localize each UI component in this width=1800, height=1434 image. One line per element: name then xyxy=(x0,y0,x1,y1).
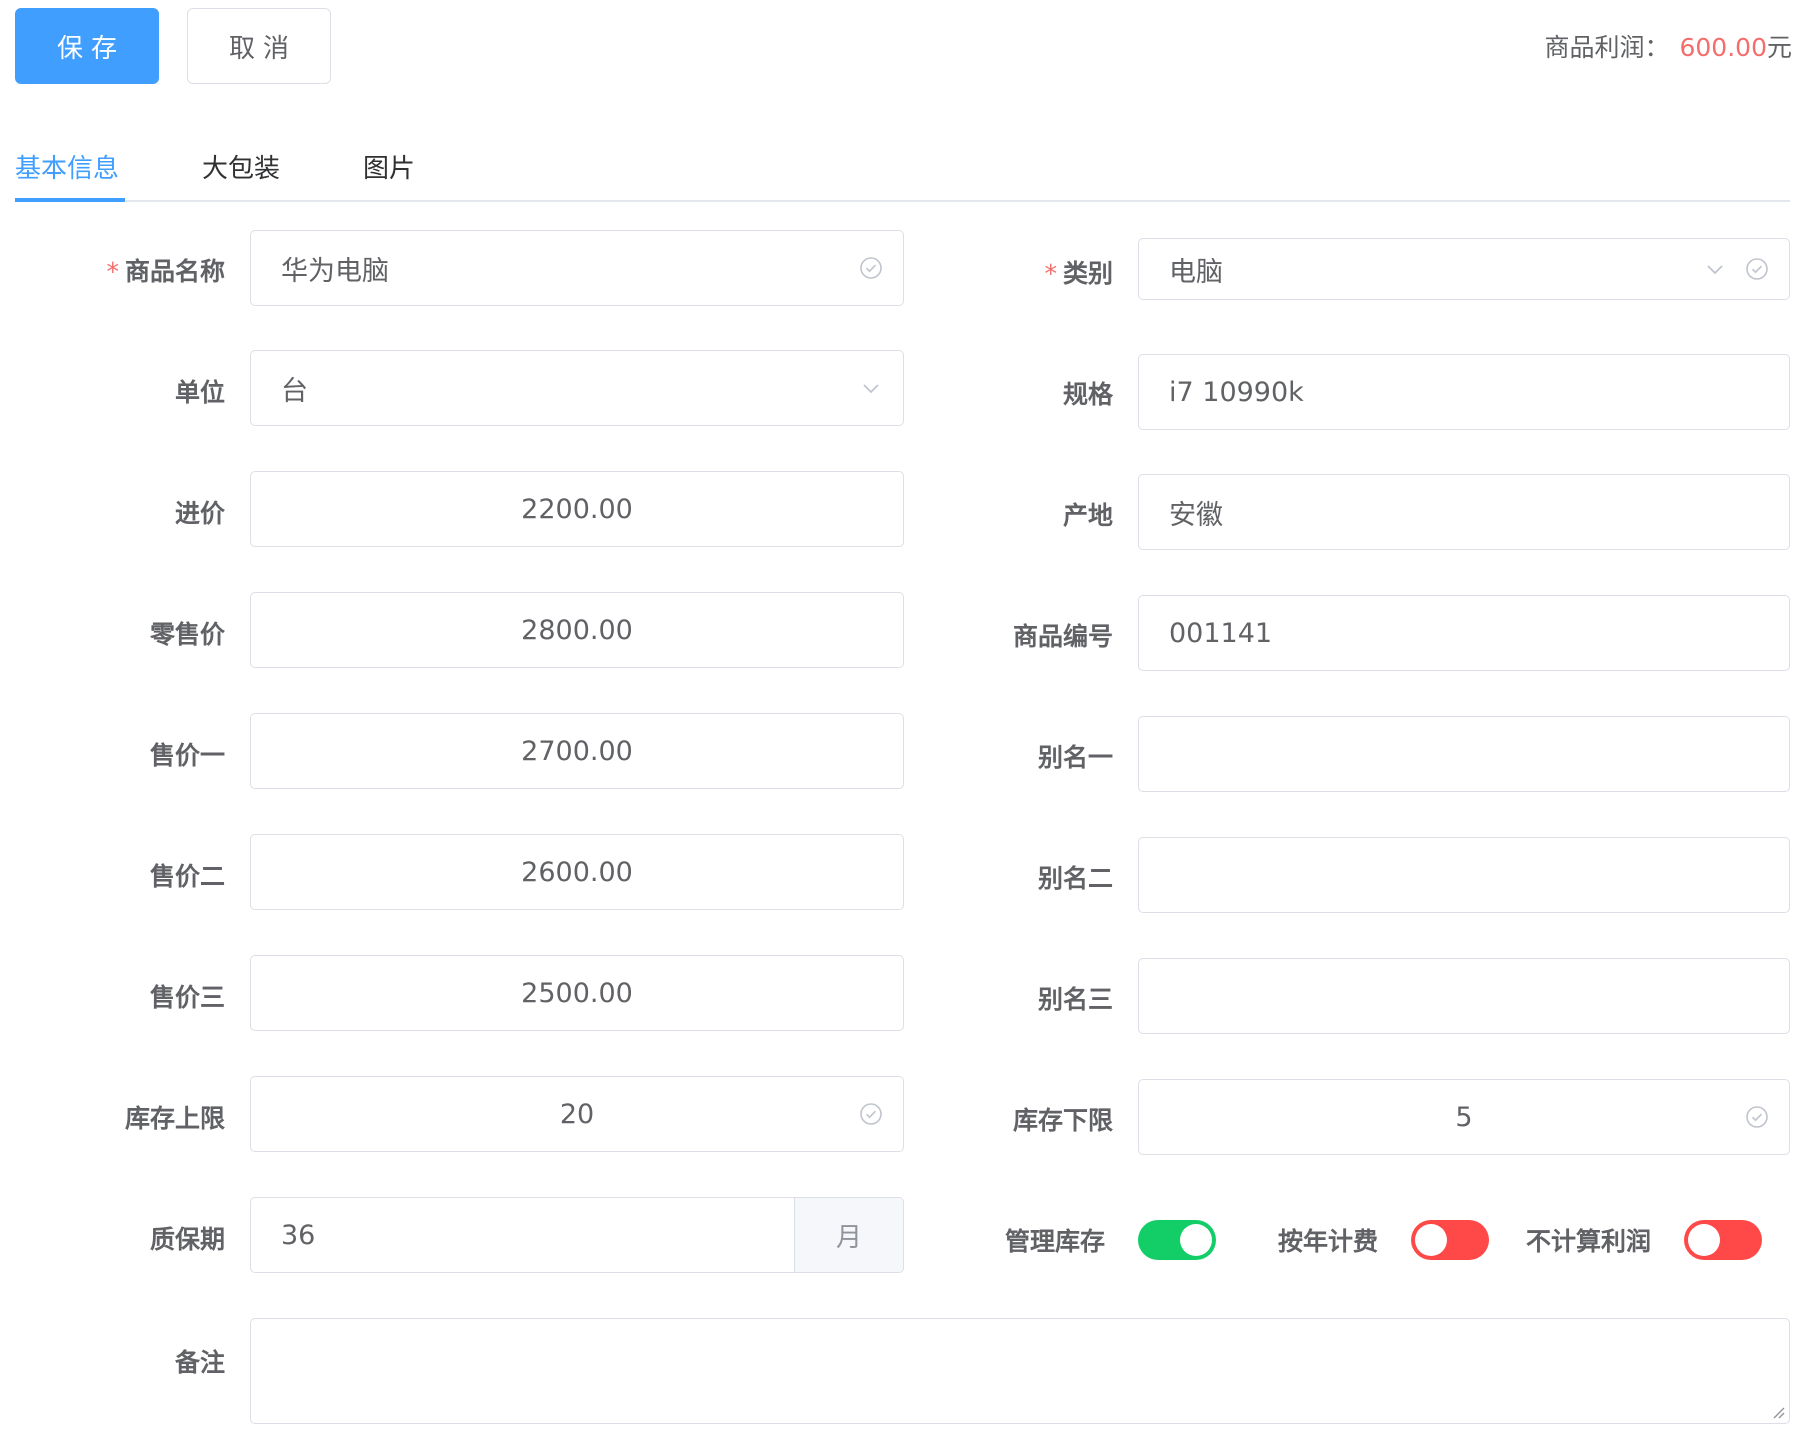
price3-label: 售价三 xyxy=(149,983,225,1012)
warranty-unit: 月 xyxy=(794,1198,903,1272)
tab-bar: 基本信息 大包装 图片 xyxy=(15,130,1790,202)
spec-input[interactable]: i7 10990k xyxy=(1138,354,1790,430)
price1-value: 2700.00 xyxy=(521,735,633,767)
profit-label: 商品利润： xyxy=(1544,33,1670,62)
price2-input[interactable]: 2600.00 xyxy=(250,834,904,910)
price1-input[interactable]: 2700.00 xyxy=(250,713,904,789)
resize-handle-icon[interactable] xyxy=(1769,1403,1785,1419)
stock-max-input[interactable]: 20 xyxy=(250,1076,904,1152)
unit-select[interactable]: 台 xyxy=(250,350,904,426)
spec-value: i7 10990k xyxy=(1169,376,1304,408)
tab-divider xyxy=(15,200,1790,202)
profit-summary: 商品利润： 600.00元 xyxy=(1544,28,1792,64)
product-code-label: 商品编号 xyxy=(1012,622,1113,651)
alias1-input[interactable] xyxy=(1138,716,1790,792)
profit-unit: 元 xyxy=(1766,33,1792,62)
purchase-price-input[interactable]: 2200.00 xyxy=(250,471,904,547)
product-name-label: * 商品名称 xyxy=(106,257,225,286)
yearly-fee-toggle[interactable] xyxy=(1411,1220,1489,1260)
alias3-label: 别名三 xyxy=(1037,985,1113,1014)
retail-price-label: 零售价 xyxy=(149,620,225,649)
tab-large-package[interactable]: 大包装 xyxy=(202,148,280,185)
unit-label: 单位 xyxy=(174,378,225,407)
yearly-fee-label: 按年计费 xyxy=(1278,1227,1379,1256)
product-code-input[interactable]: 001141 xyxy=(1138,595,1790,671)
chevron-down-icon xyxy=(863,384,879,394)
unit-value: 台 xyxy=(281,375,308,407)
manage-stock-toggle[interactable] xyxy=(1138,1220,1216,1260)
spec-label: 规格 xyxy=(1062,380,1113,409)
alias2-label: 别名二 xyxy=(1037,864,1113,893)
toggle-knob xyxy=(1180,1224,1212,1256)
price1-label: 售价一 xyxy=(149,741,225,770)
cancel-button[interactable]: 取消 xyxy=(187,8,331,84)
retail-price-input[interactable]: 2800.00 xyxy=(250,592,904,668)
alias2-input[interactable] xyxy=(1138,837,1790,913)
origin-value: 安徽 xyxy=(1169,499,1223,531)
toggle-knob xyxy=(1688,1224,1720,1256)
price2-label: 售价二 xyxy=(149,862,225,891)
check-circle-icon xyxy=(860,1103,882,1125)
chevron-down-icon xyxy=(1707,265,1723,275)
no-profit-label: 不计算利润 xyxy=(1526,1227,1652,1256)
warranty-input[interactable]: 36 月 xyxy=(250,1197,904,1273)
price3-value: 2500.00 xyxy=(521,977,633,1009)
check-circle-icon xyxy=(1746,258,1768,280)
warranty-label: 质保期 xyxy=(149,1225,225,1254)
purchase-price-value: 2200.00 xyxy=(521,493,633,525)
stock-min-label: 库存下限 xyxy=(1012,1106,1113,1135)
remark-label: 备注 xyxy=(174,1348,225,1377)
remark-textarea[interactable] xyxy=(250,1318,1790,1424)
toggle-knob xyxy=(1415,1224,1447,1256)
tab-basic-info[interactable]: 基本信息 xyxy=(15,148,119,185)
alias1-label: 别名一 xyxy=(1037,743,1113,772)
tab-images[interactable]: 图片 xyxy=(363,148,415,185)
category-value: 电脑 xyxy=(1169,256,1223,288)
check-circle-icon xyxy=(860,257,882,279)
retail-price-value: 2800.00 xyxy=(521,614,633,646)
stock-max-label: 库存上限 xyxy=(124,1104,225,1133)
origin-label: 产地 xyxy=(1062,501,1113,530)
price3-input[interactable]: 2500.00 xyxy=(250,955,904,1031)
category-select[interactable]: 电脑 xyxy=(1138,238,1790,300)
origin-input[interactable]: 安徽 xyxy=(1138,474,1790,550)
category-label: * 类别 xyxy=(1044,259,1113,288)
product-name-value: 华为电脑 xyxy=(281,255,389,287)
manage-stock-label: 管理库存 xyxy=(1005,1227,1106,1256)
no-profit-toggle[interactable] xyxy=(1684,1220,1762,1260)
active-tab-indicator xyxy=(15,198,125,202)
alias3-input[interactable] xyxy=(1138,958,1790,1034)
check-circle-icon xyxy=(1746,1106,1768,1128)
product-code-value: 001141 xyxy=(1169,617,1273,649)
purchase-price-label: 进价 xyxy=(174,499,225,528)
price2-value: 2600.00 xyxy=(521,856,633,888)
stock-max-value: 20 xyxy=(559,1098,595,1130)
profit-value: 600.00 xyxy=(1679,33,1767,62)
stock-min-value: 5 xyxy=(1455,1101,1473,1133)
warranty-value: 36 xyxy=(281,1219,316,1251)
product-name-input[interactable]: 华为电脑 xyxy=(250,230,904,306)
save-button[interactable]: 保存 xyxy=(15,8,159,84)
stock-min-input[interactable]: 5 xyxy=(1138,1079,1790,1155)
